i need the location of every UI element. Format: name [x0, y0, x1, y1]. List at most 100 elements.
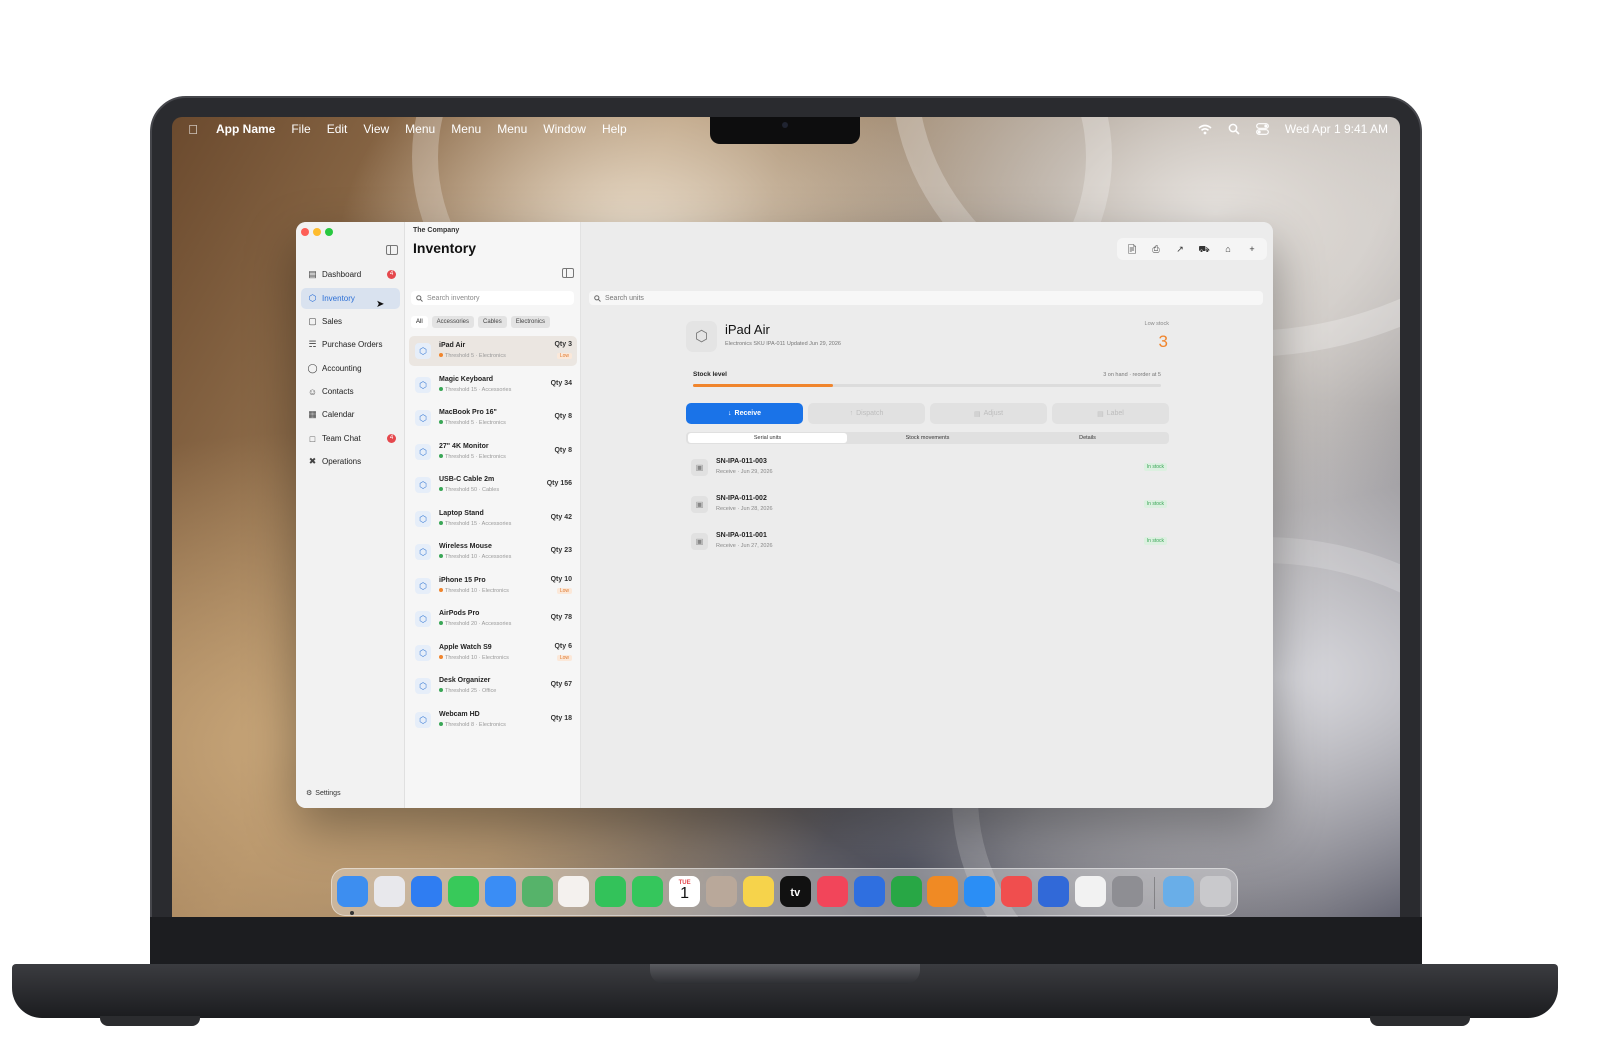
- filter-accessories[interactable]: Accessories: [431, 316, 475, 328]
- apple-icon[interactable]: : [178, 122, 208, 137]
- item-quantity: Qty 156: [546, 480, 572, 487]
- sidebar-item-operations[interactable]: ✖ Operations: [301, 451, 400, 472]
- spotlight-search-icon[interactable]: [1228, 123, 1240, 135]
- close-window-button[interactable]: [301, 228, 309, 236]
- menu-file[interactable]: File: [291, 122, 310, 136]
- sidebar-item-dashboard[interactable]: ▤ Dashboard 4: [301, 264, 400, 285]
- inventory-row[interactable]: ⬡ Magic Keyboard Threshold 15 · Accessorie…: [409, 370, 577, 400]
- item-name: Laptop Stand: [439, 509, 484, 517]
- wifi-icon[interactable]: [1198, 124, 1212, 135]
- sidebar-item-purchase-orders[interactable]: ☴ Purchase Orders: [301, 334, 400, 355]
- serial-unit-row[interactable]: ▣ SN-IPA-011-003 Receive · Jun 29, 2026 …: [691, 454, 1169, 482]
- inventory-row[interactable]: ⬡ iPhone 15 Pro Threshold 10 · Electronics…: [409, 571, 577, 601]
- messages-icon[interactable]: [447, 876, 479, 907]
- inventory-row[interactable]: ⬡ Laptop Stand Threshold 15 · Accessories Q…: [409, 504, 577, 534]
- box-icon: ⬡: [415, 477, 431, 493]
- label-button[interactable]: ▤ Label: [1052, 403, 1169, 424]
- home-icon[interactable]: ⌂: [1217, 241, 1239, 257]
- chart-icon[interactable]: ↗: [1169, 241, 1191, 257]
- search-units-input[interactable]: Search units: [589, 291, 1263, 305]
- inventory-row[interactable]: ⬡ Wireless Mouse Threshold 10 · Accessorie…: [409, 537, 577, 567]
- document-icon[interactable]: 📄︎: [1121, 241, 1143, 257]
- menu-edit[interactable]: Edit: [327, 122, 348, 136]
- stock-status-dot: [439, 688, 443, 692]
- inventory-row[interactable]: ⬡ 27" 4K Monitor Threshold 5 · Electronics…: [409, 437, 577, 467]
- numbers-icon[interactable]: [890, 876, 922, 907]
- inventory-row[interactable]: ⬡ Desk Organizer Threshold 25 · Office Qty …: [409, 671, 577, 701]
- rocket-icon[interactable]: [1001, 876, 1033, 907]
- adjust-icon: ▤: [973, 410, 981, 418]
- tab-stock-movements[interactable]: Stock movements: [848, 433, 1007, 443]
- serial-unit-row[interactable]: ▣ SN-IPA-011-001 Receive · Jun 27, 2026 …: [691, 528, 1169, 556]
- dispatch-button[interactable]: ↑ Dispatch: [808, 403, 925, 424]
- keynote-icon[interactable]: [853, 876, 885, 907]
- menu-item[interactable]: Menu: [497, 122, 527, 136]
- adjust-button[interactable]: ▤ Adjust: [930, 403, 1047, 424]
- menu-clock[interactable]: Wed Apr 1 9:41 AM: [1285, 122, 1388, 136]
- stock-status-dot: [439, 487, 443, 491]
- search-inventory-input[interactable]: Search inventory: [411, 291, 574, 305]
- tv-icon[interactable]: tv: [779, 876, 811, 907]
- simulator-icon[interactable]: [1038, 876, 1070, 907]
- menu-item[interactable]: Menu: [405, 122, 435, 136]
- zoom-window-button[interactable]: [325, 228, 333, 236]
- maps-icon[interactable]: [521, 876, 553, 907]
- safari-icon[interactable]: [410, 876, 442, 907]
- calendar-icon[interactable]: TUE 1: [669, 876, 701, 907]
- filter-all[interactable]: All: [411, 316, 428, 328]
- sidebar-item-inventory[interactable]: ⬡ Inventory: [301, 288, 400, 309]
- system-settings-icon[interactable]: [1111, 876, 1143, 907]
- truck-icon[interactable]: ⛟: [1193, 241, 1215, 257]
- menu-app-name[interactable]: App Name: [216, 122, 275, 136]
- item-quantity: Qty 34: [550, 379, 572, 387]
- menu-window[interactable]: Window: [543, 122, 586, 136]
- inventory-row[interactable]: ⬡ Webcam HD Threshold 8 · Electronics Qty 1…: [409, 705, 577, 735]
- inventory-row[interactable]: ⬡ Apple Watch S9 Threshold 10 · Electronic…: [409, 638, 577, 668]
- contacts-icon[interactable]: [706, 876, 737, 907]
- detail-tabs: Serial units Stock movements Details: [686, 432, 1169, 444]
- photos-icon[interactable]: [558, 876, 590, 907]
- mail-icon[interactable]: [484, 876, 516, 907]
- folder-icon[interactable]: [1162, 876, 1194, 907]
- steering-icon[interactable]: [1075, 876, 1106, 907]
- inventory-row[interactable]: ⬡ iPad Air Threshold 5 · Electronics Qty 3 L…: [409, 336, 577, 366]
- trash-icon[interactable]: [1199, 876, 1231, 907]
- sidebar-item-sales[interactable]: ▢ Sales: [301, 311, 400, 332]
- item-threshold: Threshold 5 · Electronics: [445, 353, 506, 359]
- stock-level-bar: [693, 384, 1161, 387]
- sidebar-item-calendar[interactable]: ▦ Calendar: [301, 404, 400, 425]
- sidebar-item-accounting[interactable]: ◯ Accounting: [301, 358, 400, 379]
- add-icon[interactable]: +: [1241, 241, 1263, 257]
- control-center-icon[interactable]: [1255, 123, 1269, 135]
- inventory-row[interactable]: ⬡ MacBook Pro 16" Threshold 5 · Electronic…: [409, 403, 577, 433]
- list-toggle-icon[interactable]: [562, 268, 574, 278]
- filter-cables[interactable]: Cables: [478, 316, 507, 328]
- pages-icon[interactable]: [927, 876, 959, 907]
- tab-details[interactable]: Details: [1008, 433, 1167, 443]
- sidebar-item-team-chat[interactable]: □ Team Chat 4: [301, 428, 400, 449]
- print-icon[interactable]: ⎙: [1145, 241, 1167, 257]
- notes-icon[interactable]: [742, 876, 774, 907]
- filter-electronics[interactable]: Electronics: [510, 316, 551, 328]
- inventory-row[interactable]: ⬡ AirPods Pro Threshold 20 · Accessories Qt…: [409, 604, 577, 634]
- settings-button[interactable]: ⚙ Settings: [306, 789, 341, 798]
- facetime-icon[interactable]: [595, 876, 627, 907]
- sidebar-item-label: Contacts: [322, 387, 354, 396]
- music-icon[interactable]: [816, 876, 848, 907]
- inventory-row[interactable]: ⬡ USB-C Cable 2m Threshold 50 · Cables Qty …: [409, 470, 577, 500]
- item-subtitle: Threshold 50 · Cables: [439, 487, 499, 493]
- launchpad-icon[interactable]: [373, 876, 405, 907]
- menu-item[interactable]: Menu: [451, 122, 481, 136]
- receive-button[interactable]: ↓ Receive: [686, 403, 803, 424]
- finder-icon[interactable]: [337, 876, 368, 907]
- phone-icon[interactable]: [632, 876, 664, 907]
- serial-unit-row[interactable]: ▣ SN-IPA-011-002 Receive · Jun 28, 2026 …: [691, 491, 1169, 519]
- app-store-icon[interactable]: [964, 876, 996, 907]
- menu-help[interactable]: Help: [602, 122, 627, 136]
- menu-view[interactable]: View: [363, 122, 389, 136]
- sidebar-toggle-icon[interactable]: [386, 245, 398, 255]
- sidebar-item-contacts[interactable]: ☺ Contacts: [301, 381, 400, 402]
- tab-serial-units[interactable]: Serial units: [688, 433, 847, 443]
- minimize-window-button[interactable]: [313, 228, 321, 236]
- inventory-icon: ⬡: [308, 293, 317, 303]
